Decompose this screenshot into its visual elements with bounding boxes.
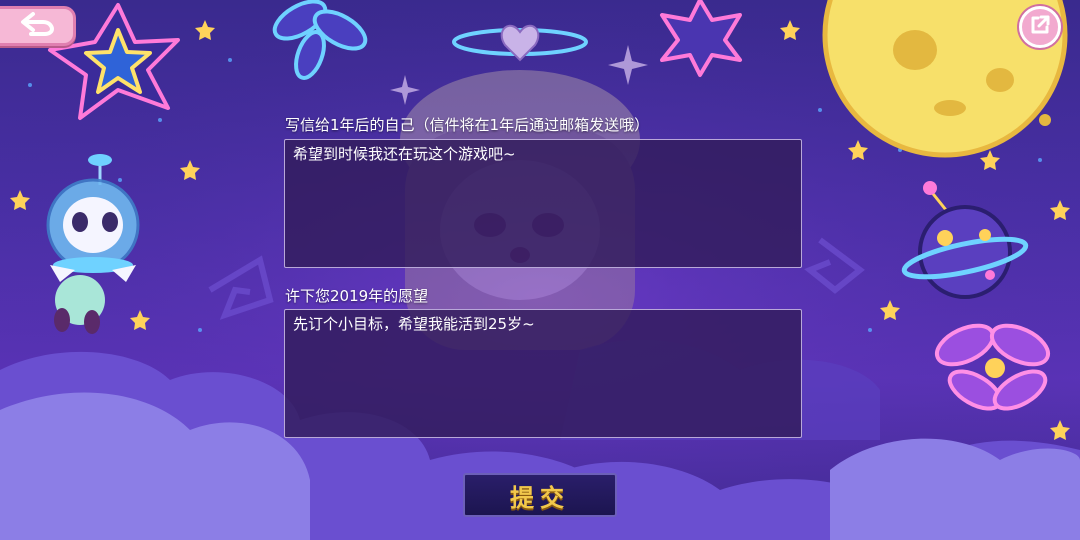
background-scene xyxy=(0,0,1080,540)
back-button[interactable] xyxy=(0,6,76,46)
wish-input[interactable]: 先订个小目标，希望我能活到25岁~ xyxy=(284,309,802,438)
planet xyxy=(901,181,1029,299)
share-button[interactable] xyxy=(1019,6,1061,48)
panda-astronaut xyxy=(46,154,140,334)
letter-input[interactable]: 希望到时候我还在玩这个游戏吧~ xyxy=(284,139,802,268)
submit-button-label: 提交 xyxy=(510,483,570,512)
submit-button[interactable]: 提交 xyxy=(463,473,617,517)
wish-label: 许下您2019年的愿望 xyxy=(285,287,429,305)
external-link-icon xyxy=(1029,14,1051,40)
letter-label: 写信给1年后的自己（信件将在1年后通过邮箱发送哦） xyxy=(285,116,650,134)
flower-decoration xyxy=(934,323,1051,411)
back-arrow-icon xyxy=(19,11,55,41)
star-icons xyxy=(10,20,1070,525)
